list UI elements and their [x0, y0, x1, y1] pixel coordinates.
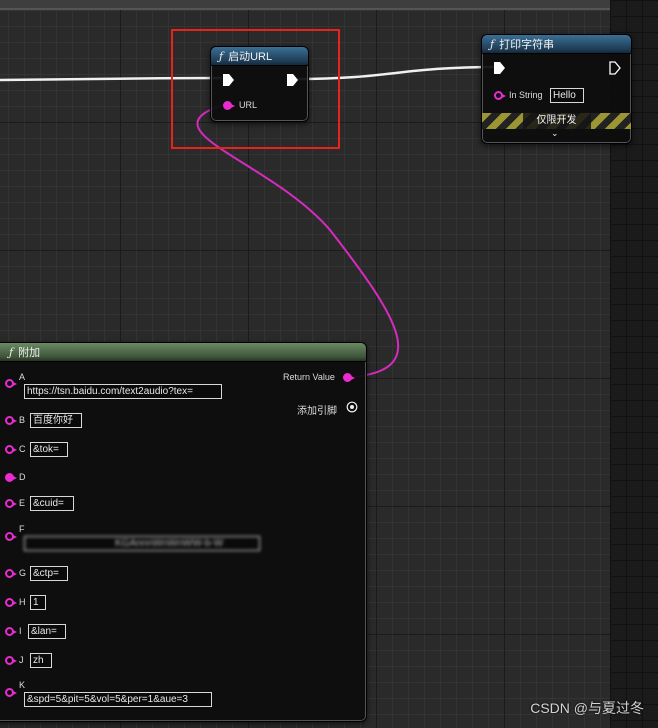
in-string-input[interactable]: Hello — [550, 88, 584, 103]
pin-h[interactable] — [5, 598, 17, 607]
append-header[interactable]: ƒ 附加 — [0, 343, 366, 362]
pin-h-label: H — [19, 597, 26, 607]
pin-i[interactable] — [5, 627, 17, 636]
chevron-down-icon[interactable]: ⌄ — [551, 128, 559, 139]
pin-k-label: K — [19, 680, 26, 690]
pin-h-input[interactable]: 1 — [30, 595, 46, 610]
print-string-title: 打印字符串 — [499, 39, 555, 51]
pin-a[interactable] — [5, 379, 17, 388]
pin-b-input[interactable]: 百度你好 — [30, 413, 82, 428]
pin-e[interactable] — [5, 499, 17, 508]
pin-i-input[interactable]: &lan= — [28, 624, 66, 639]
pin-e-input[interactable]: &cuid= — [30, 496, 74, 511]
pin-c-label: C — [19, 444, 26, 454]
pin-c-input[interactable]: &tok= — [30, 442, 68, 457]
return-value-label: Return Value — [283, 372, 335, 382]
pin-a-label: A — [19, 372, 26, 382]
pin-d-label: D — [19, 472, 26, 482]
print-string-header[interactable]: ƒ 打印字符串 — [482, 35, 631, 54]
pin-k[interactable] — [5, 688, 17, 697]
function-icon: ƒ — [490, 37, 495, 51]
pin-e-label: E — [19, 498, 26, 508]
pin-j-label: J — [19, 655, 24, 665]
append-node[interactable]: ƒ 附加 Return Value 添加引脚 A https://tsn.bai… — [0, 342, 367, 722]
add-pin-icon[interactable] — [346, 401, 358, 413]
pin-d[interactable] — [5, 473, 17, 482]
pin-f[interactable] — [5, 532, 17, 541]
in-string-pin[interactable] — [494, 91, 506, 100]
development-only-banner: 仅限开发 — [482, 113, 631, 129]
pin-b[interactable] — [5, 416, 17, 425]
pin-g-input[interactable]: &ctp= — [30, 566, 68, 581]
function-icon: ƒ — [9, 345, 14, 359]
pin-f-input[interactable]: KGAnnnWnWnWW-b-W — [24, 536, 260, 551]
highlight-annotation-box — [171, 29, 340, 149]
development-only-label: 仅限开发 — [522, 113, 591, 129]
pin-b-label: B — [19, 415, 26, 425]
exec-out-pin[interactable] — [609, 61, 621, 75]
in-string-label: In String — [509, 90, 543, 100]
pin-c[interactable] — [5, 445, 17, 454]
pin-j-input[interactable]: zh — [30, 653, 52, 668]
pin-f-label: F — [19, 524, 25, 534]
pin-a-input[interactable]: https://tsn.baidu.com/text2audio?tex= — [24, 384, 222, 399]
csdn-watermark: CSDN @与夏过冬 — [530, 700, 644, 716]
append-title: 附加 — [18, 347, 41, 359]
pin-g-label: G — [19, 568, 27, 578]
print-string-node[interactable]: ƒ 打印字符串 In String Hello 仅限开发 ⌄ — [481, 34, 632, 144]
exec-in-pin[interactable] — [494, 62, 505, 74]
pin-g[interactable] — [5, 569, 17, 578]
return-value-pin[interactable] — [343, 373, 355, 382]
graph-top-border — [0, 0, 612, 10]
pin-i-label: I — [19, 626, 22, 636]
pin-j[interactable] — [5, 656, 17, 665]
add-pin-label[interactable]: 添加引脚 — [297, 402, 337, 417]
pin-k-input[interactable]: &spd=5&pit=5&vol=5&per=1&aue=3 — [24, 692, 212, 707]
